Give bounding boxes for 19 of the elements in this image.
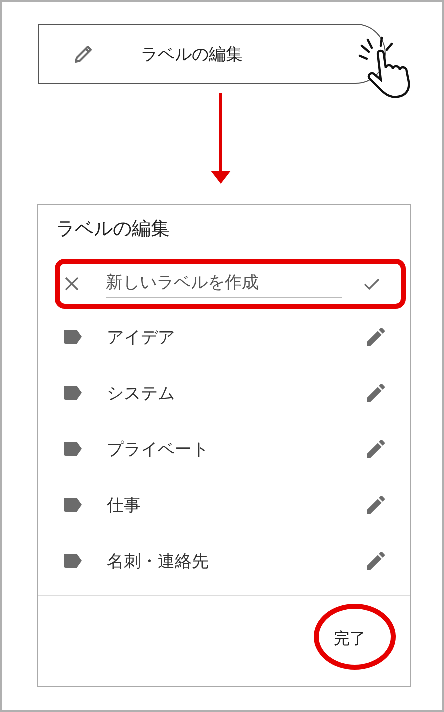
label-name-field[interactable]: 新しいラベルを作成 xyxy=(106,270,342,298)
pencil-icon[interactable] xyxy=(364,381,388,405)
label-icon xyxy=(64,554,84,568)
pencil-icon[interactable] xyxy=(364,549,388,573)
done-button[interactable]: 完了 xyxy=(328,624,372,654)
edit-labels-button[interactable]: ラベルの編集 xyxy=(38,24,386,84)
pencil-icon[interactable] xyxy=(364,325,388,349)
dialog-title: ラベルの編集 xyxy=(56,217,170,242)
label-icon xyxy=(64,442,84,456)
pencil-icon[interactable] xyxy=(364,437,388,461)
label-icon xyxy=(64,330,84,344)
label-name: アイデア xyxy=(107,326,176,348)
label-icon xyxy=(64,498,84,512)
label-name: 仕事 xyxy=(107,494,142,516)
label-name: プライベート xyxy=(107,438,210,460)
label-name: システム xyxy=(107,382,176,404)
pencil-icon[interactable] xyxy=(364,493,388,517)
label-name: 名刺・連絡先 xyxy=(107,550,210,572)
label-icon xyxy=(64,386,84,400)
